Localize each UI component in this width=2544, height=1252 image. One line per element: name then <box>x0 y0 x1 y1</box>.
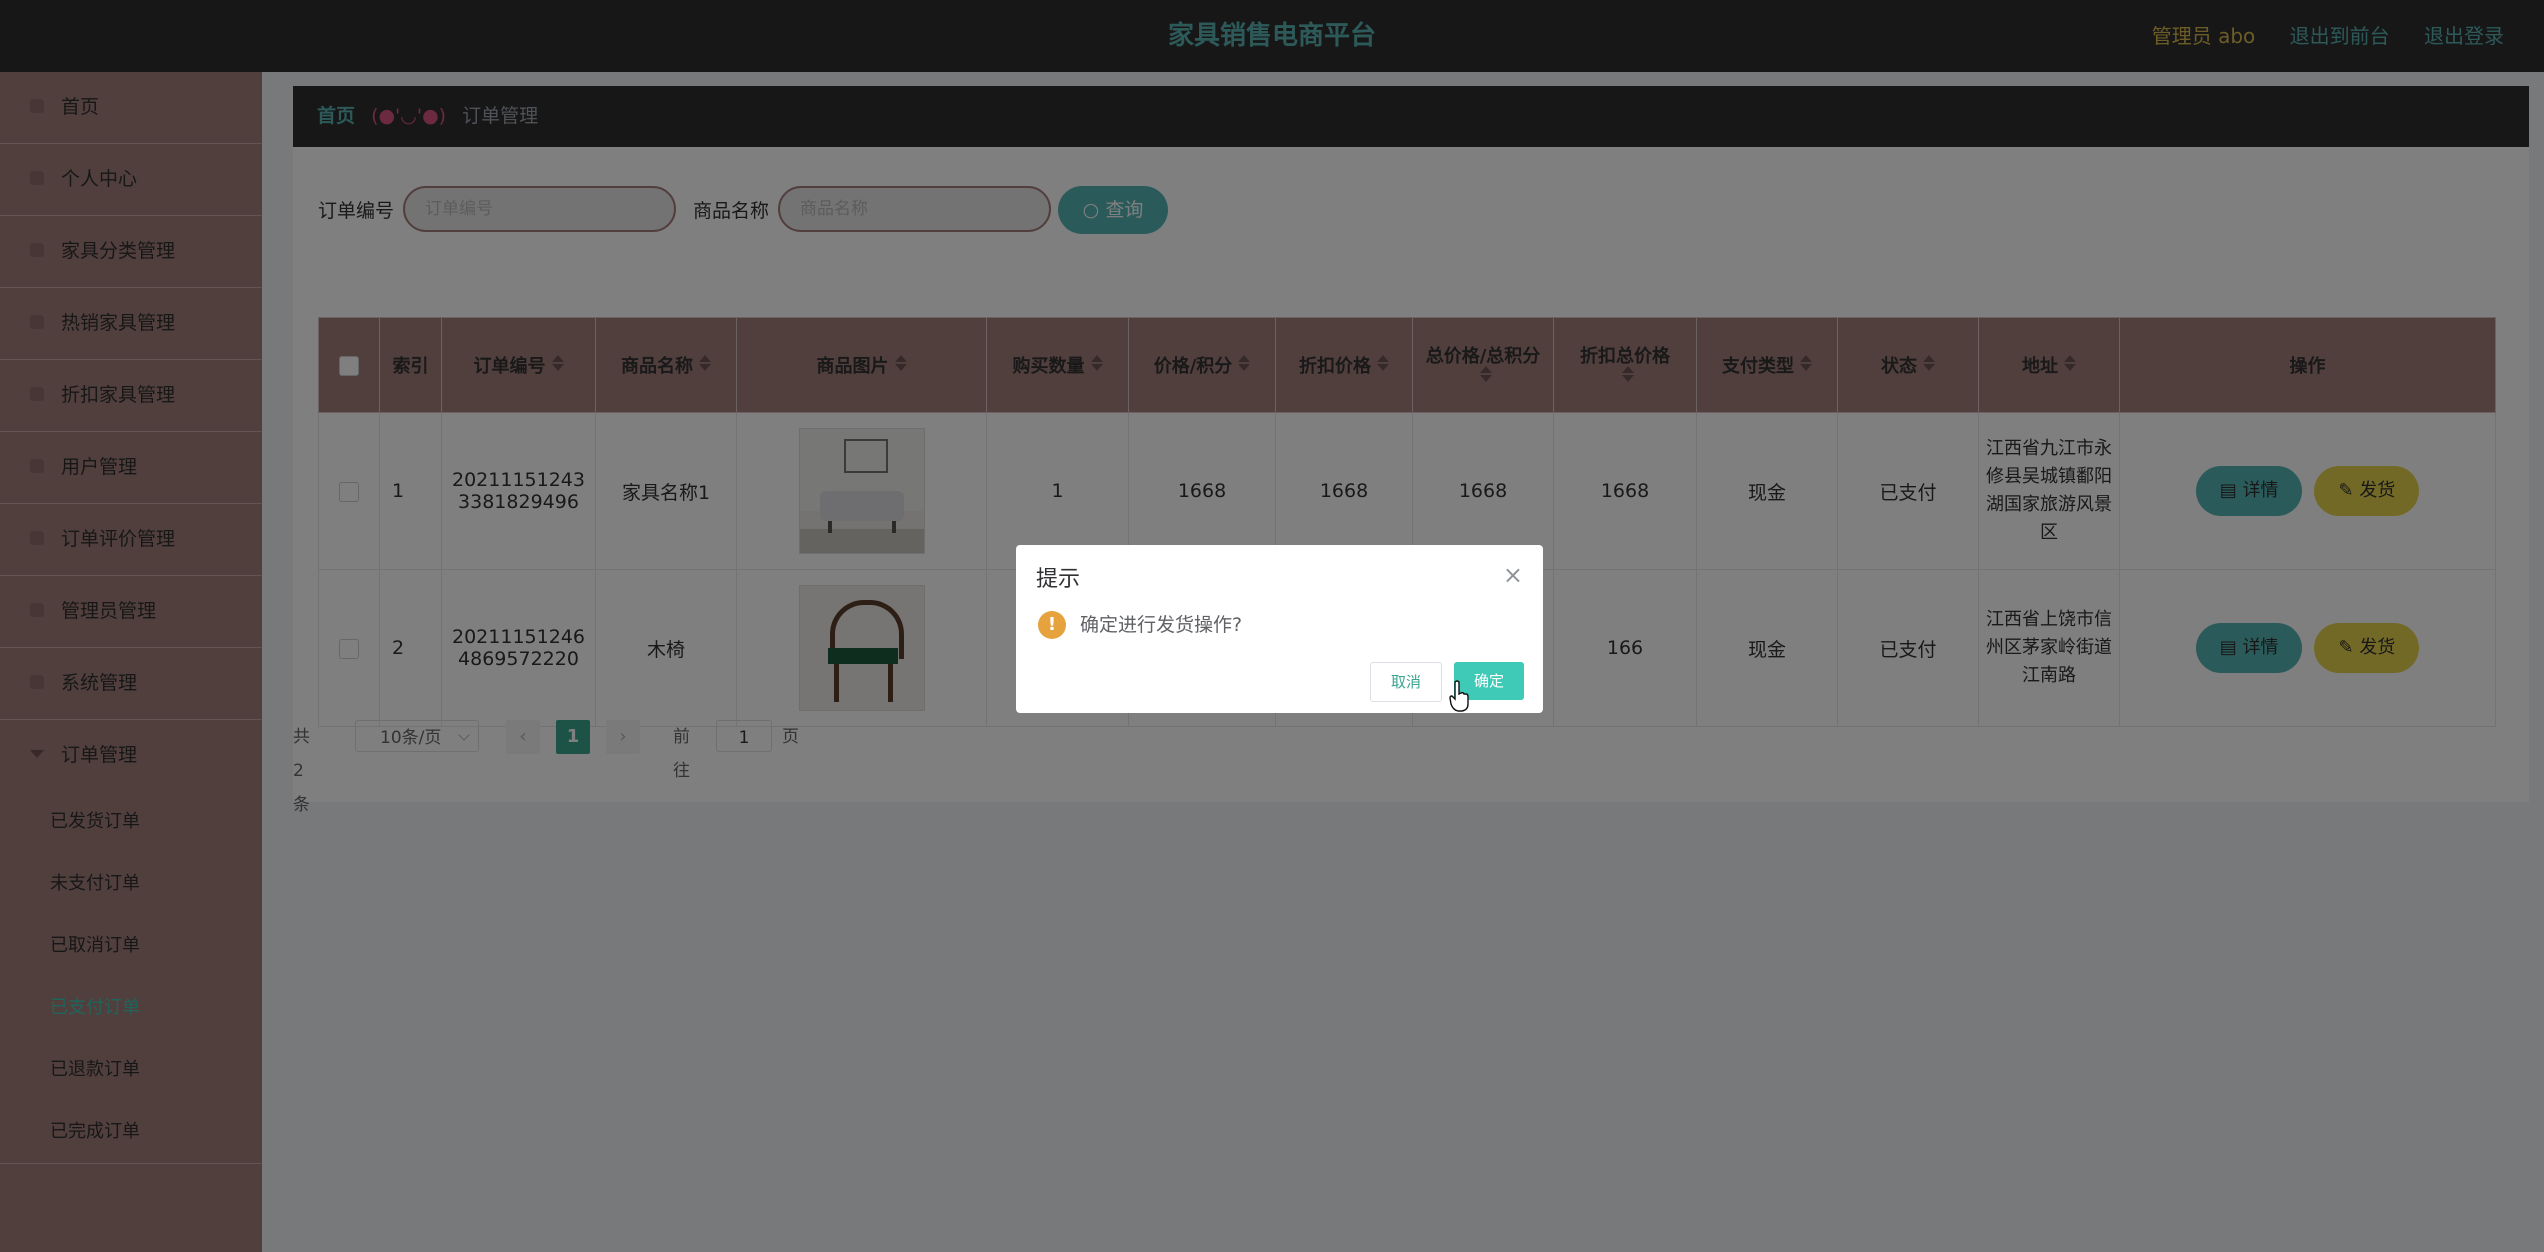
cancel-button[interactable]: 取消 <box>1370 662 1442 702</box>
close-icon[interactable]: × <box>1503 561 1523 589</box>
hand-cursor-icon <box>1449 680 1469 712</box>
warning-icon: ! <box>1038 611 1066 639</box>
dialog-title: 提示 <box>1036 567 1081 592</box>
dialog-message: 确定进行发货操作? <box>1080 614 1243 636</box>
